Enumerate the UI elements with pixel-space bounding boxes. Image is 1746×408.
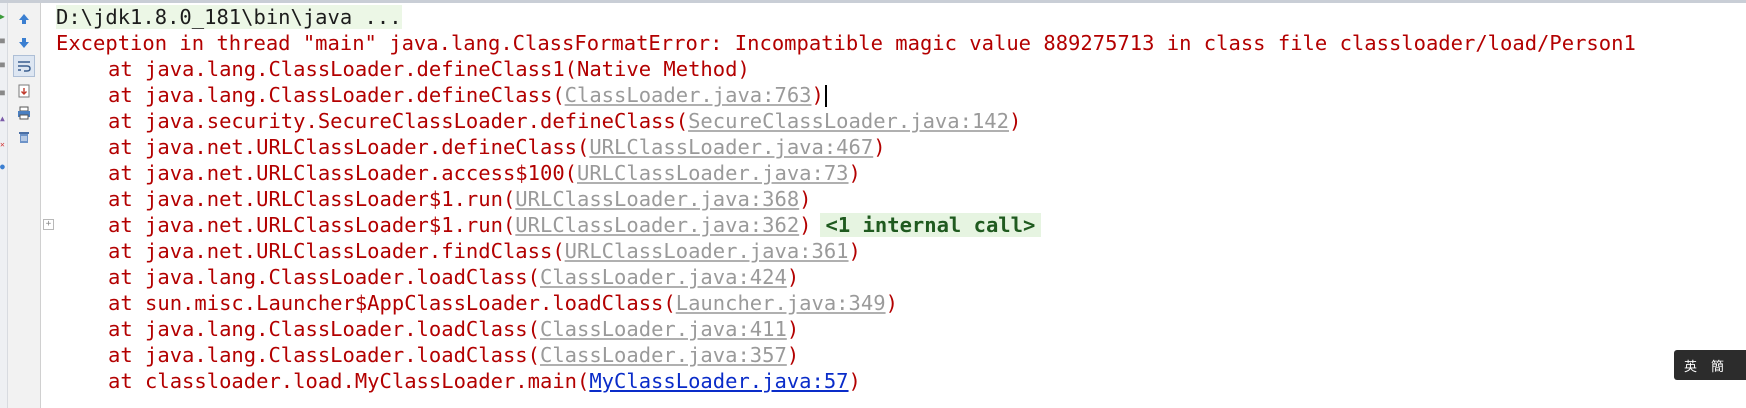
stack-frame-suffix: ) (786, 265, 800, 289)
stack-frame: at java.lang.ClassLoader.loadClass(Class… (56, 316, 1746, 342)
fold-expand-icon[interactable]: + (43, 219, 54, 230)
stack-frame-suffix: ) (811, 83, 824, 107)
stack-frame-method: at java.security.SecureClassLoader.defin… (108, 109, 689, 133)
pin-icon[interactable]: ▲ (0, 115, 6, 123)
down-arrow-icon[interactable] (14, 33, 34, 53)
source-link[interactable]: ClassLoader.java:763 (565, 83, 812, 107)
run-command[interactable]: D:\jdk1.8.0_181\bin\java ... (56, 5, 402, 29)
stack-frame-method: at java.net.URLClassLoader$1.run( (108, 187, 516, 211)
stack-frame-suffix: ) (799, 187, 812, 211)
scroll-to-end-icon[interactable] (14, 81, 34, 101)
stack-frame-suffix: Native Method) (577, 57, 750, 81)
text-caret (824, 85, 827, 107)
stack-frame: at java.lang.ClassLoader.loadClass(Class… (56, 342, 1746, 368)
rerun-icon[interactable]: ■ (0, 61, 6, 69)
restore-layout-icon[interactable]: ■ (0, 89, 6, 97)
stack-frame-method: at java.net.URLClassLoader$1.run( (108, 213, 516, 237)
soft-wrap-icon[interactable] (13, 55, 35, 77)
stack-frame: at sun.misc.Launcher$AppClassLoader.load… (56, 290, 1746, 316)
exception-message: Exception in thread "main" java.lang.Cla… (56, 31, 1636, 55)
stack-frame: at java.lang.ClassLoader.defineClass1(Na… (56, 56, 1746, 82)
window-top-border (0, 0, 1746, 3)
stack-frame-method: at java.net.URLClassLoader.access$100( (108, 161, 577, 185)
stack-frame: at java.net.URLClassLoader.findClass(URL… (56, 238, 1746, 264)
stack-frame-suffix: ) (873, 135, 886, 159)
source-link[interactable]: URLClassLoader.java:362 (515, 213, 799, 237)
source-link[interactable]: MyClassLoader.java:57 (589, 369, 848, 393)
stack-frame-method: at sun.misc.Launcher$AppClassLoader.load… (108, 291, 676, 315)
up-arrow-icon[interactable] (14, 9, 34, 29)
run-panel-left-strip: ▶ ■ ■ ■ ▲ ✕ ● (0, 3, 8, 408)
source-link[interactable]: Launcher.java:349 (676, 291, 886, 315)
stack-frame-suffix: ) (848, 161, 861, 185)
console-gutter (41, 3, 56, 408)
source-link[interactable]: URLClassLoader.java:467 (589, 135, 873, 159)
source-link[interactable]: ClassLoader.java:424 (540, 265, 787, 289)
stack-frame-suffix: ) (786, 343, 800, 367)
folded-calls[interactable]: <1 internal call> (819, 213, 1042, 237)
run-icon[interactable]: ▶ (0, 13, 6, 21)
stack-frame-method: at java.net.URLClassLoader.defineClass( (108, 135, 590, 159)
help-icon[interactable]: ● (0, 163, 6, 171)
stop-icon[interactable]: ■ (0, 37, 6, 45)
source-link[interactable]: URLClassLoader.java:73 (577, 161, 849, 185)
console-output[interactable]: D:\jdk1.8.0_181\bin\java ... Exception i… (56, 4, 1746, 394)
source-link[interactable]: ClassLoader.java:411 (540, 317, 787, 341)
console-toolbar (8, 3, 41, 408)
source-link[interactable]: URLClassLoader.java:361 (565, 239, 849, 263)
stack-frame: at java.security.SecureClassLoader.defin… (56, 108, 1746, 134)
stack-frame-suffix: ) (786, 317, 800, 341)
stack-frame-method: at java.lang.ClassLoader.defineClass( (108, 83, 565, 107)
stack-frame-method: at java.lang.ClassLoader.defineClass1( (108, 57, 577, 81)
stack-frame-suffix: ) (885, 291, 898, 315)
ime-indicator[interactable]: 英 簡 (1674, 350, 1746, 380)
source-link[interactable]: SecureClassLoader.java:142 (688, 109, 1009, 133)
stack-frame-method: at java.lang.ClassLoader.loadClass( (108, 317, 540, 341)
trash-icon[interactable] (14, 127, 34, 147)
stack-frame: at java.net.URLClassLoader$1.run(URLClas… (56, 186, 1746, 212)
close-icon[interactable]: ✕ (0, 141, 6, 149)
stack-frame-suffix: ) (799, 213, 812, 237)
stack-frame-method: at java.net.URLClassLoader.findClass( (108, 239, 565, 263)
stack-frame-method: at java.lang.ClassLoader.loadClass( (108, 343, 540, 367)
print-icon[interactable] (14, 103, 34, 123)
source-link[interactable]: URLClassLoader.java:368 (515, 187, 799, 211)
source-link[interactable]: ClassLoader.java:357 (540, 343, 787, 367)
stack-frame: at java.net.URLClassLoader.defineClass(U… (56, 134, 1746, 160)
stack-frame: at java.lang.ClassLoader.loadClass(Class… (56, 264, 1746, 290)
stack-frame: at classloader.load.MyClassLoader.main(M… (56, 368, 1746, 394)
ime-charset[interactable]: 簡 (1711, 356, 1724, 375)
stack-frame-suffix: ) (848, 369, 861, 393)
stack-frame-suffix: ) (1008, 109, 1022, 133)
stack-frame: at java.lang.ClassLoader.defineClass(Cla… (56, 82, 1746, 108)
stack-frame-suffix: ) (848, 239, 861, 263)
stack-frame-method: at java.lang.ClassLoader.loadClass( (108, 265, 540, 289)
ime-mode[interactable]: 英 (1684, 356, 1697, 375)
stack-frame-method: at classloader.load.MyClassLoader.main( (108, 369, 590, 393)
stack-frame: at java.net.URLClassLoader$1.run(URLClas… (56, 212, 1746, 238)
stack-frame: at java.net.URLClassLoader.access$100(UR… (56, 160, 1746, 186)
